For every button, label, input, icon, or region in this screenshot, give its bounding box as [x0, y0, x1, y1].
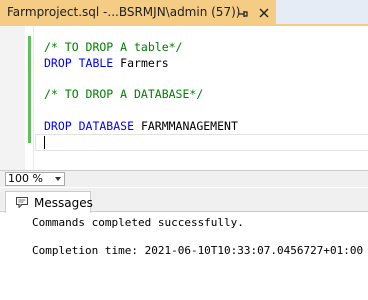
chevron-down-icon — [55, 177, 61, 181]
code-area[interactable]: /* TO DROP A table*/DROP TABLE Farmers /… — [44, 40, 238, 135]
results-pane: Messages Commands completed successfully… — [0, 188, 368, 300]
code-keyword: DROP DATABASE — [44, 118, 141, 133]
result-message: Commands completed successfully. — [32, 216, 244, 229]
code-line[interactable]: DROP TABLE Farmers — [44, 56, 238, 72]
zoom-bar: 100 % — [0, 170, 368, 187]
pin-icon[interactable] — [237, 8, 249, 20]
zoom-value: 100 % — [8, 172, 43, 185]
completion-time: Completion time: 2021-06-10T10:33:07.045… — [32, 244, 364, 257]
document-tab-title: Farmproject.sql -...BSRMJN\admin (57)) — [7, 5, 241, 19]
code-line[interactable]: /* TO DROP A DATABASE*/ — [44, 87, 238, 103]
code-line[interactable] — [44, 103, 238, 119]
code-identifier: Farmers — [120, 55, 169, 70]
zoom-dropdown[interactable]: 100 % — [5, 172, 65, 186]
document-tab-strip: Farmproject.sql -...BSRMJN\admin (57)) — [0, 0, 368, 26]
code-line[interactable] — [44, 72, 238, 88]
gutter-divider — [33, 26, 34, 170]
results-tab-strip: Messages — [0, 188, 368, 213]
editor-gutter — [0, 26, 25, 170]
code-line[interactable]: /* TO DROP A table*/ — [44, 40, 238, 56]
code-identifier: FARMMANAGEMENT — [140, 118, 238, 133]
code-keyword: DROP TABLE — [44, 55, 121, 70]
text-caret — [44, 136, 45, 149]
code-comment: /* TO DROP A table*/ — [44, 40, 183, 54]
current-line-highlight — [35, 134, 368, 151]
change-indicator-bar — [28, 36, 31, 143]
messages-tab-label: Messages — [34, 196, 93, 210]
code-comment: /* TO DROP A DATABASE*/ — [44, 87, 204, 102]
tab-messages[interactable]: Messages — [5, 191, 93, 213]
query-editor[interactable]: /* TO DROP A table*/DROP TABLE Farmers /… — [0, 26, 368, 170]
messages-icon — [16, 197, 28, 208]
close-icon[interactable] — [259, 8, 269, 18]
document-tab[interactable]: Farmproject.sql -...BSRMJN\admin (57)) — [0, 0, 276, 26]
code-line[interactable]: DROP DATABASE FARMMANAGEMENT — [44, 119, 238, 135]
